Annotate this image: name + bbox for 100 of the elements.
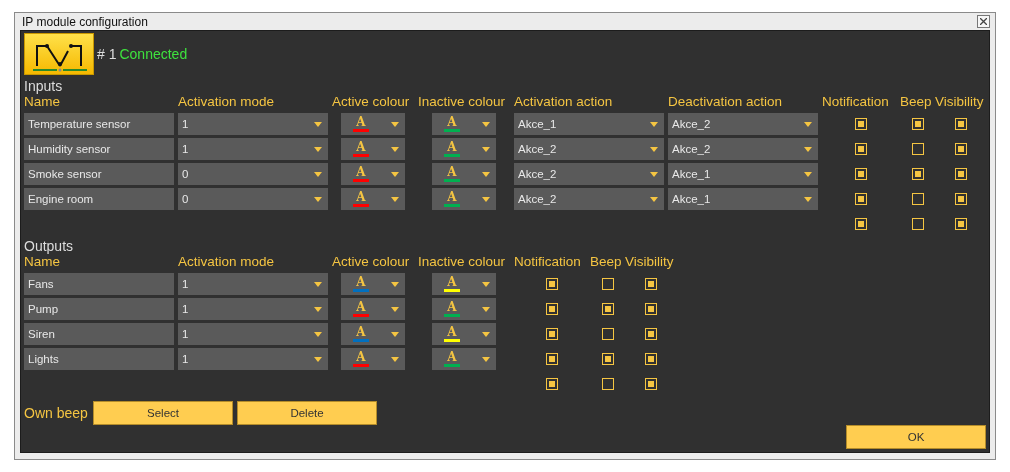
checkbox[interactable] [911, 118, 924, 130]
dropdown[interactable]: 1 [178, 273, 328, 295]
dropdown[interactable]: 0 [178, 188, 328, 210]
checkbox[interactable] [911, 143, 924, 155]
dropdown-caret-icon [314, 121, 322, 127]
checkbox[interactable] [601, 353, 614, 365]
colour-dropdown[interactable]: A [341, 348, 405, 370]
dropdown[interactable]: Akce_2 [668, 138, 818, 160]
dropdown-caret-icon [391, 356, 399, 362]
colour-dropdown[interactable]: A [432, 138, 496, 160]
checkbox[interactable] [911, 168, 924, 180]
name-field[interactable]: Lights [24, 348, 174, 370]
checkbox[interactable] [954, 193, 967, 205]
section-title: Outputs [24, 238, 74, 254]
dropdown-caret-icon [314, 356, 322, 362]
dropdown[interactable]: 1 [178, 138, 328, 160]
close-button[interactable] [977, 15, 990, 28]
colour-dropdown[interactable]: A [432, 163, 496, 185]
name-field[interactable]: Smoke sensor [24, 163, 174, 185]
dropdown-caret-icon [482, 281, 490, 287]
colour-dropdown[interactable]: A [341, 138, 405, 160]
checkbox[interactable] [911, 193, 924, 205]
colour-dropdown[interactable]: A [341, 298, 405, 320]
checkbox[interactable] [601, 328, 614, 340]
colour-dropdown[interactable]: A [432, 113, 496, 135]
dropdown[interactable]: Akce_2 [668, 113, 818, 135]
column-header: Visibility [625, 254, 675, 270]
checkbox[interactable] [546, 353, 558, 365]
colour-dropdown[interactable]: A [341, 273, 405, 295]
dropdown-caret-icon [391, 171, 399, 177]
dropdown[interactable]: Akce_1 [668, 163, 818, 185]
checkbox[interactable] [601, 303, 614, 315]
colour-dropdown[interactable]: A [432, 298, 496, 320]
colour-dropdown[interactable]: A [341, 188, 405, 210]
checkbox[interactable] [601, 278, 614, 290]
dropdown-caret-icon [804, 196, 812, 202]
colour-dropdown[interactable]: A [432, 188, 496, 210]
checkbox[interactable] [546, 328, 558, 340]
checkbox[interactable] [644, 353, 657, 365]
checkbox[interactable] [954, 218, 967, 230]
checkbox[interactable] [601, 378, 614, 390]
dropdown[interactable]: 0 [178, 163, 328, 185]
checkbox[interactable] [644, 328, 657, 340]
checkbox[interactable] [546, 303, 558, 315]
name-field[interactable]: Humidity sensor [24, 138, 174, 160]
name-field[interactable]: Fans [24, 273, 174, 295]
checkbox[interactable] [855, 118, 867, 130]
colour-dropdown[interactable]: A [432, 348, 496, 370]
name-field[interactable]: Siren [24, 323, 174, 345]
dropdown-caret-icon [482, 171, 490, 177]
dropdown-caret-icon [482, 146, 490, 152]
checkbox[interactable] [954, 168, 967, 180]
dropdown[interactable]: Akce_1 [668, 188, 818, 210]
column-header: Active colour [332, 94, 411, 110]
dropdown[interactable]: 1 [178, 298, 328, 320]
checkbox[interactable] [644, 303, 657, 315]
switch-logo-icon [24, 33, 94, 75]
dropdown[interactable]: 1 [178, 348, 328, 370]
name-field[interactable]: Temperature sensor [24, 113, 174, 135]
dropdown[interactable]: Akce_2 [514, 163, 664, 185]
dropdown-caret-icon [314, 306, 322, 312]
colour-dropdown[interactable]: A [341, 113, 405, 135]
beep-button[interactable]: Delete [237, 401, 377, 425]
dropdown-caret-icon [391, 121, 399, 127]
dropdown-caret-icon [482, 331, 490, 337]
colour-dropdown[interactable]: A [432, 323, 496, 345]
beep-button[interactable]: Select [93, 401, 233, 425]
dropdown[interactable]: 1 [178, 323, 328, 345]
checkbox[interactable] [546, 278, 558, 290]
checkbox[interactable] [954, 118, 967, 130]
checkbox[interactable] [644, 278, 657, 290]
checkbox[interactable] [855, 143, 867, 155]
checkbox[interactable] [855, 193, 867, 205]
checkbox[interactable] [546, 378, 558, 390]
checkbox[interactable] [855, 168, 867, 180]
dropdown[interactable]: Akce_1 [514, 113, 664, 135]
dropdown-caret-icon [391, 281, 399, 287]
colour-dropdown[interactable]: A [341, 323, 405, 345]
checkbox[interactable] [911, 218, 924, 230]
dropdown-caret-icon [482, 121, 490, 127]
colour-dropdown[interactable]: A [432, 273, 496, 295]
colour-dropdown[interactable]: A [341, 163, 405, 185]
ok-button[interactable]: OK [846, 425, 986, 449]
dropdown[interactable]: Akce_2 [514, 188, 664, 210]
checkbox[interactable] [644, 378, 657, 390]
own-beep-label: Own beep [24, 405, 89, 421]
checkbox[interactable] [954, 143, 967, 155]
device-number: # 1 [97, 46, 117, 62]
name-field[interactable]: Engine room [24, 188, 174, 210]
column-header: Beep [590, 254, 623, 270]
dropdown-caret-icon [482, 306, 490, 312]
dropdown[interactable]: 1 [178, 113, 328, 135]
name-field[interactable]: Pump [24, 298, 174, 320]
checkbox[interactable] [855, 218, 867, 230]
column-header: Deactivation action [668, 94, 784, 110]
dropdown-caret-icon [391, 306, 399, 312]
dropdown[interactable]: Akce_2 [514, 138, 664, 160]
column-header: Name [24, 94, 61, 110]
window-title: IP module configuration [22, 14, 148, 29]
column-header: Inactive colour [418, 254, 507, 270]
